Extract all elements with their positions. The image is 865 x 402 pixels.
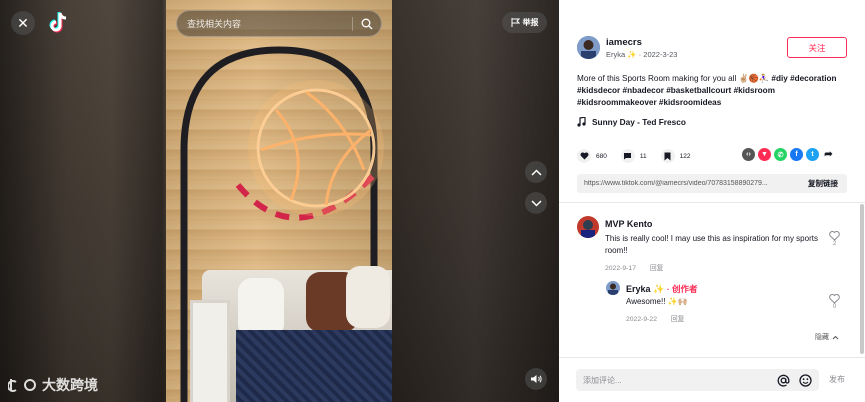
details-panel: iamecrs Eryka ✨ · 2022-3-23 关注 More of t… (559, 0, 865, 402)
post-date: 2022-3-23 (643, 49, 678, 59)
comment-text: This is really cool! I may use this as i… (605, 234, 818, 255)
volume-button[interactable] (525, 368, 547, 390)
close-icon: ✕ (17, 14, 29, 31)
like-count: 680 (596, 152, 607, 160)
save-stat[interactable]: 122 (660, 149, 691, 163)
whatsapp-icon[interactable]: ✆ (774, 148, 787, 161)
close-button[interactable]: ✕ (11, 11, 35, 35)
comment-date: 2022-9-17 (605, 265, 636, 272)
comment-like-button[interactable]: 2 (829, 231, 840, 247)
volume-icon (531, 375, 542, 383)
reply-author-name[interactable]: Eryka ✨ (626, 284, 664, 294)
facebook-icon[interactable]: f (790, 148, 803, 161)
reply-button[interactable]: 回复 (671, 316, 685, 323)
reply-avatar[interactable] (606, 281, 620, 295)
reply-like-count: 0 (832, 304, 837, 310)
video-link-url[interactable]: https://www.tiktok.com/@iamecrs/video/70… (577, 180, 799, 187)
search-button[interactable] (353, 11, 381, 36)
commenter-avatar[interactable] (577, 216, 599, 238)
creator-badge: · 创作者 (666, 284, 698, 294)
embed-icon[interactable]: ‹› (742, 148, 755, 161)
comment-footer: 发布 (559, 357, 865, 402)
chevron-down-icon (530, 199, 542, 207)
hashtag-link[interactable]: #kidsroom (734, 86, 775, 95)
music-note-icon (577, 117, 586, 127)
comment-like-count: 2 (832, 241, 837, 247)
video-player[interactable]: ✕ 举报 (0, 0, 559, 402)
blanket (236, 330, 392, 402)
like-stat[interactable]: 680 (577, 149, 607, 163)
search-input[interactable] (177, 11, 352, 36)
hide-replies-button[interactable]: 隐藏 (815, 332, 839, 342)
chevron-up-icon (530, 168, 542, 176)
chevron-up-icon (832, 335, 839, 339)
description-text: More of this Sports Room making for you … (577, 74, 770, 83)
search-icon (361, 18, 373, 29)
pillow-white (238, 278, 284, 338)
heart-outline-icon (829, 294, 840, 304)
heart-icon (577, 149, 591, 163)
author-avatar[interactable] (577, 36, 600, 59)
sofa-rail (190, 300, 230, 402)
hashtag-link[interactable]: #nbadecor (623, 86, 664, 95)
copy-link-button[interactable]: 复制链接 (799, 178, 847, 189)
pillow-white-2 (346, 266, 390, 328)
reply-like-button[interactable]: 0 (829, 294, 840, 310)
video-description: More of this Sports Room making for you … (577, 73, 842, 109)
post-comment-button[interactable]: 发布 (829, 374, 845, 385)
reply-date: 2022-9-22 (626, 316, 657, 323)
video-frame[interactable] (166, 0, 392, 402)
hashtag-link[interactable]: #kidsroommakeover (577, 98, 657, 107)
author-nickname: Eryka ✨ (606, 49, 637, 59)
comment-box[interactable] (576, 369, 819, 391)
save-count: 122 (679, 152, 691, 160)
comment-icon (620, 149, 635, 163)
heart-outline-icon (829, 231, 840, 241)
commenter-name[interactable]: MVP Kento (605, 219, 652, 229)
bookmark-icon (660, 149, 675, 163)
video-link-box: https://www.tiktok.com/@iamecrs/video/70… (577, 174, 847, 193)
share-arrow-icon[interactable]: ➦ (822, 148, 835, 161)
hashtag-link[interactable]: #basketballcourt (666, 86, 731, 95)
comment-input[interactable] (576, 375, 775, 385)
next-video-button[interactable] (525, 192, 547, 214)
music-link[interactable]: Sunny Day - Ted Fresco (577, 117, 686, 127)
twitter-icon[interactable]: t (806, 148, 819, 161)
hashtag-link[interactable]: #diy (771, 74, 787, 83)
hashtag-link[interactable]: #kidsdecor (577, 86, 620, 95)
report-button[interactable]: 举报 (502, 12, 547, 33)
share-red-icon[interactable]: ▼ (758, 148, 771, 161)
watermark-logo-icon (8, 379, 37, 392)
hashtag-link[interactable]: #kidsroomideas (659, 98, 721, 107)
music-title: Sunny Day - Ted Fresco (592, 117, 686, 127)
watermark: 大数跨境 (8, 375, 98, 395)
author-info[interactable]: iamecrs Eryka ✨ · 2022-3-23 (577, 36, 677, 59)
comment-stat[interactable]: 11 (620, 149, 647, 163)
flag-icon (511, 18, 520, 27)
follow-button[interactable]: 关注 (787, 37, 847, 58)
share-buttons: ‹› ▼ ✆ f t ➦ (742, 148, 835, 161)
previous-video-button[interactable] (525, 161, 547, 183)
divider (559, 202, 865, 203)
tiktok-icon (49, 12, 67, 33)
reply-text: Awesome!! ✨🙌🏼 (626, 297, 688, 306)
hashtag-link[interactable]: #decoration (790, 74, 836, 83)
engagement-stats: 680 11 122 (577, 149, 704, 163)
emoji-icon[interactable] (797, 372, 813, 388)
comments-scrollbar[interactable] (860, 204, 864, 354)
search-bar[interactable] (176, 10, 382, 37)
mention-icon[interactable] (775, 372, 791, 388)
author-username[interactable]: iamecrs (606, 37, 677, 48)
comment-count: 11 (639, 152, 647, 160)
reply-button[interactable]: 回复 (650, 265, 664, 272)
tiktok-logo[interactable] (48, 11, 70, 33)
